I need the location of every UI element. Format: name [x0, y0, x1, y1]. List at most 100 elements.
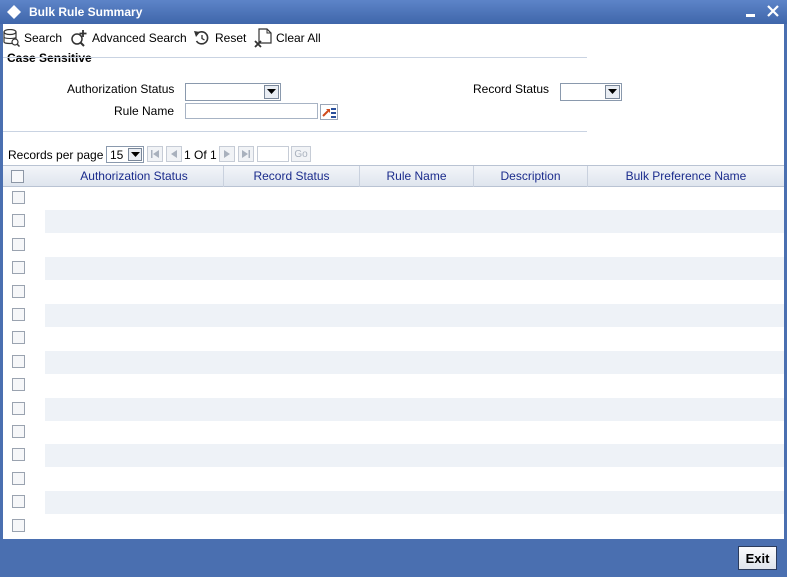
- previous-page-icon: [171, 150, 177, 158]
- table-row[interactable]: [3, 257, 784, 281]
- row-checkbox-cell: [3, 187, 45, 210]
- row-cells: [45, 304, 784, 327]
- clear-all-icon: [254, 28, 272, 48]
- pagination-bar: Records per page 15 1 Of 1 Go: [3, 142, 784, 164]
- row-checkbox-cell: [3, 210, 45, 234]
- row-checkbox[interactable]: [12, 214, 25, 228]
- row-checkbox[interactable]: [12, 284, 25, 298]
- close-icon[interactable]: [765, 3, 781, 19]
- row-checkbox-cell: [3, 233, 45, 257]
- table-row[interactable]: [3, 421, 784, 444]
- select-all-checkbox[interactable]: [11, 170, 24, 183]
- row-checkbox[interactable]: [12, 378, 25, 392]
- goto-page-input[interactable]: [257, 146, 289, 162]
- row-cells: [45, 280, 784, 304]
- record-status-label: Record Status: [473, 82, 550, 96]
- next-page-button[interactable]: [219, 146, 235, 162]
- row-checkbox[interactable]: [12, 495, 25, 509]
- column-record-status[interactable]: Record Status: [223, 166, 359, 187]
- minimize-icon[interactable]: [744, 2, 758, 20]
- first-page-icon: [151, 150, 159, 158]
- content-panel: Search Advanced Search Reset Clear All C…: [3, 24, 784, 539]
- row-checkbox-cell: [3, 350, 45, 374]
- row-cells: [45, 210, 784, 234]
- chevron-down-icon[interactable]: [264, 85, 279, 99]
- table-row[interactable]: [3, 491, 784, 515]
- row-checkbox-cell: [3, 444, 45, 468]
- row-cells: [45, 257, 784, 281]
- last-page-icon: [242, 150, 250, 158]
- list-of-values-icon[interactable]: [320, 104, 338, 120]
- row-cells: [45, 421, 784, 444]
- row-checkbox[interactable]: [12, 518, 25, 532]
- row-checkbox-cell: [3, 467, 45, 491]
- page-info: 1 Of 1: [184, 148, 217, 162]
- row-cells: [45, 350, 784, 374]
- table-row[interactable]: [3, 210, 784, 234]
- row-cells: [45, 233, 784, 257]
- row-checkbox[interactable]: [12, 448, 25, 462]
- table-row[interactable]: [3, 514, 784, 538]
- chevron-down-icon[interactable]: [605, 85, 620, 99]
- row-checkbox-cell: [3, 304, 45, 327]
- row-checkbox[interactable]: [12, 308, 25, 321]
- row-checkbox-cell: [3, 491, 45, 515]
- table-row[interactable]: [3, 233, 784, 257]
- clear-all-button[interactable]: Clear All: [254, 28, 321, 48]
- clear-all-label: Clear All: [276, 31, 321, 45]
- row-checkbox[interactable]: [12, 425, 25, 438]
- rule-name-input[interactable]: [185, 103, 318, 119]
- column-rule-name[interactable]: Rule Name: [359, 166, 473, 187]
- row-cells: [45, 467, 784, 491]
- row-cells: [45, 514, 784, 538]
- grid-header: Authorization Status Record Status Rule …: [3, 165, 784, 187]
- reset-label: Reset: [215, 31, 247, 45]
- go-button[interactable]: Go: [291, 146, 311, 162]
- table-row[interactable]: [3, 397, 784, 421]
- column-bulk-preference-name[interactable]: Bulk Preference Name: [587, 166, 784, 187]
- chevron-down-icon[interactable]: [128, 148, 142, 161]
- table-row[interactable]: [3, 280, 784, 304]
- window-title: Bulk Rule Summary: [29, 5, 143, 19]
- row-cells: [45, 187, 784, 210]
- row-cells: [45, 374, 784, 398]
- row-checkbox[interactable]: [12, 261, 25, 275]
- table-row[interactable]: [3, 187, 784, 210]
- reset-button[interactable]: Reset: [193, 28, 246, 48]
- exit-button[interactable]: Exit: [738, 546, 777, 570]
- row-checkbox-cell: [3, 327, 45, 351]
- table-row[interactable]: [3, 350, 784, 374]
- table-row[interactable]: [3, 304, 784, 327]
- next-page-icon: [224, 150, 230, 158]
- row-cells: [45, 491, 784, 515]
- last-page-button[interactable]: [238, 146, 254, 162]
- row-checkbox[interactable]: [12, 237, 25, 251]
- table-row[interactable]: [3, 374, 784, 398]
- table-row[interactable]: [3, 467, 784, 491]
- column-description[interactable]: Description: [473, 166, 587, 187]
- search-criteria-panel: Authorization Status Record Status Rule …: [3, 57, 622, 132]
- advanced-search-button[interactable]: Advanced Search: [70, 28, 187, 48]
- previous-page-button[interactable]: [166, 146, 182, 162]
- search-button[interactable]: Search: [3, 28, 62, 48]
- records-per-page-select[interactable]: 15: [106, 146, 144, 163]
- rule-name-label: Rule Name: [114, 104, 175, 118]
- row-checkbox[interactable]: [12, 331, 25, 345]
- column-authorization-status[interactable]: Authorization Status: [45, 166, 223, 187]
- window-diamond-icon: [7, 5, 21, 19]
- first-page-button[interactable]: [147, 146, 163, 162]
- records-per-page-value: 15: [110, 148, 124, 162]
- record-status-select[interactable]: [560, 83, 622, 101]
- results-grid: Authorization Status Record Status Rule …: [3, 165, 784, 539]
- row-checkbox[interactable]: [12, 191, 25, 204]
- advanced-search-label: Advanced Search: [92, 31, 187, 45]
- table-row[interactable]: [3, 327, 784, 351]
- row-checkbox-cell: [3, 514, 45, 538]
- search-db-icon: [3, 29, 20, 47]
- authorization-status-select[interactable]: [185, 83, 281, 101]
- row-checkbox[interactable]: [12, 471, 25, 485]
- table-row[interactable]: [3, 444, 784, 468]
- row-checkbox[interactable]: [12, 401, 25, 415]
- row-checkbox[interactable]: [12, 354, 25, 368]
- title-bar: Bulk Rule Summary: [0, 0, 787, 24]
